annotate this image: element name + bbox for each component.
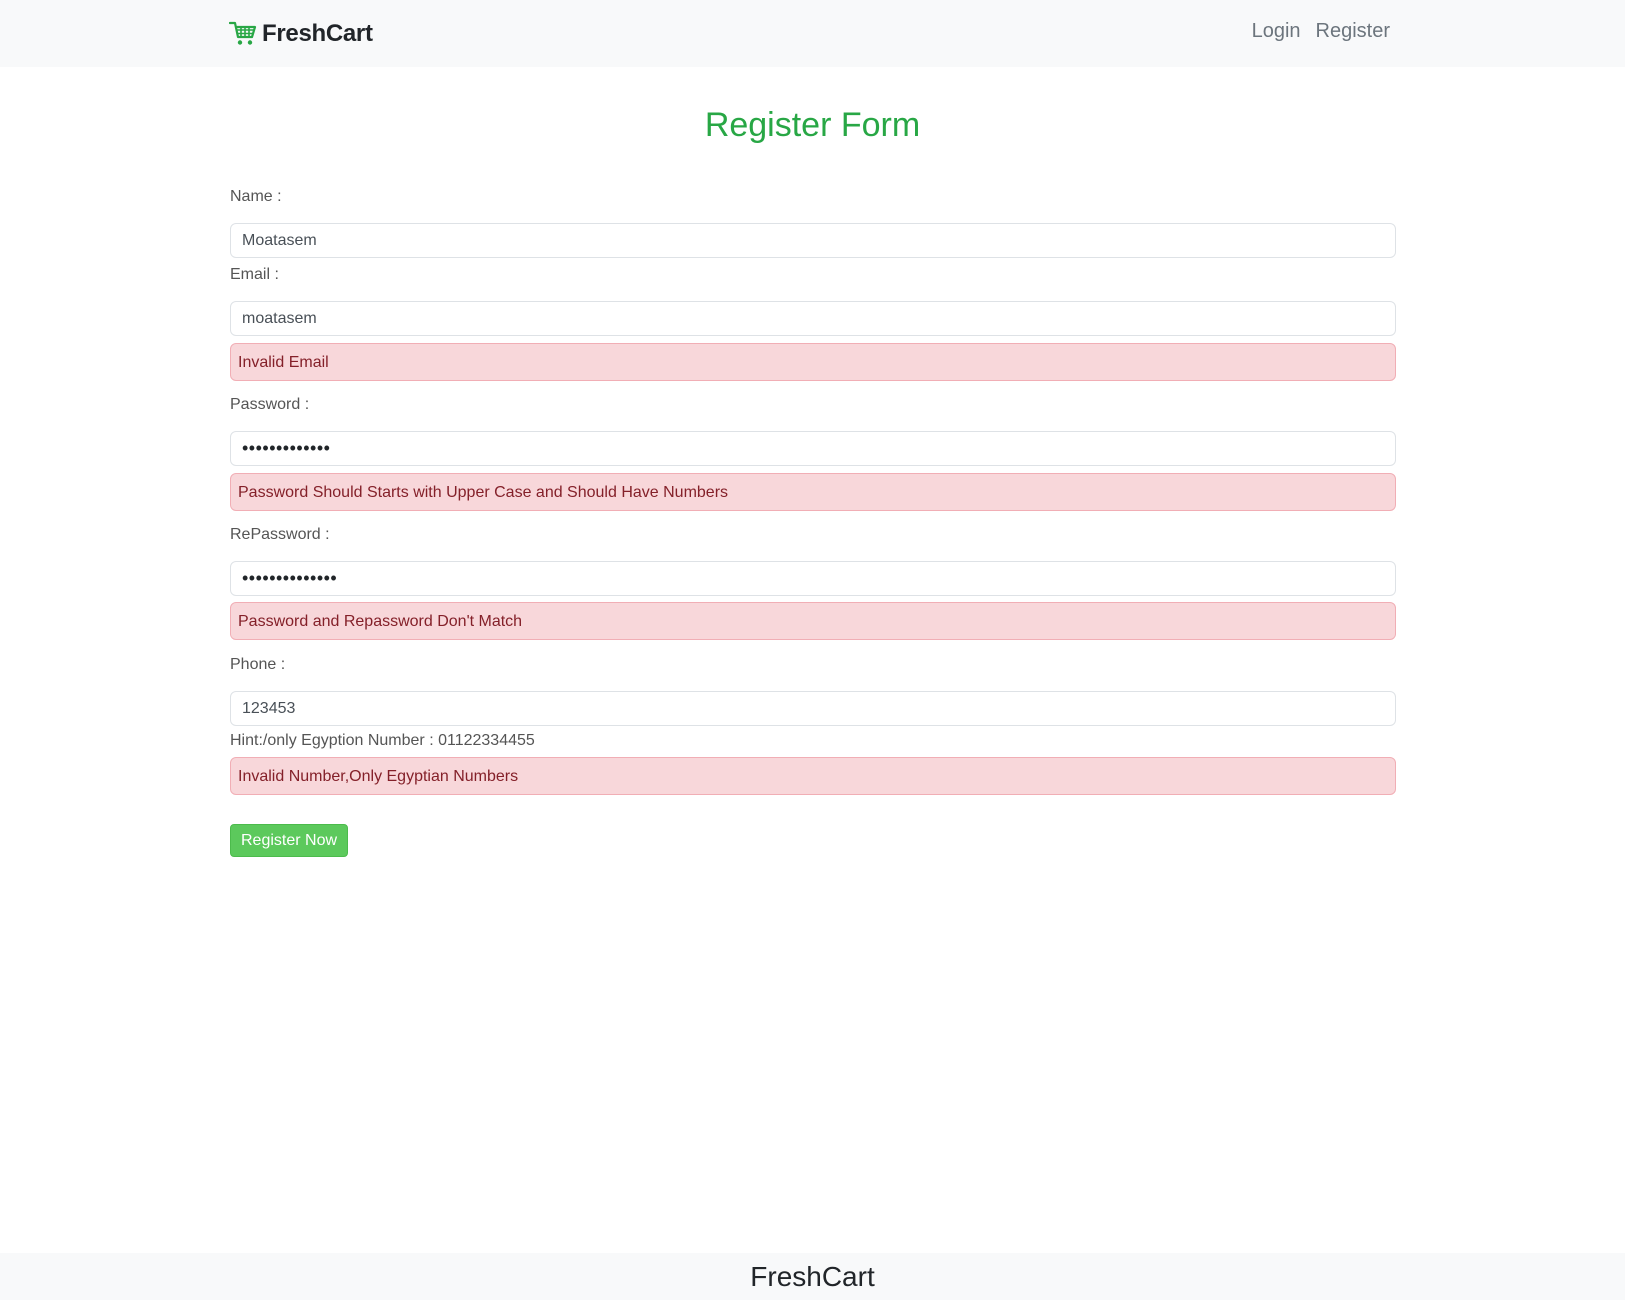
brand-name: FreshCart [262,20,373,47]
email-label: Email : [230,266,279,283]
name-input[interactable] [230,223,1396,258]
password-input[interactable] [230,431,1396,466]
page-title: Register Form [704,106,921,144]
phone-error-alert: Invalid Number,Only Egyptian Numbers [230,757,1396,795]
password-error-alert: Password Should Starts with Upper Case a… [230,473,1396,511]
footer-brand: FreshCart [750,1261,875,1292]
page: FreshCart Login Register Register Form N… [0,0,1625,1300]
email-error-alert: Invalid Email [230,343,1396,381]
cart-icon [229,21,257,45]
nav-login-link[interactable]: Login [1252,20,1301,43]
name-label: Name : [230,188,282,205]
brand-link[interactable]: FreshCart [229,20,373,48]
phone-label: Phone : [230,656,286,673]
footer: FreshCart [0,1253,1625,1300]
repassword-error-alert: Password and Repassword Don't Match [230,602,1396,640]
phone-input[interactable] [230,691,1396,726]
password-label: Password : [230,396,310,413]
repassword-label: RePassword : [230,526,330,543]
navbar: FreshCart Login Register [0,0,1625,67]
nav-links: Login Register [1252,20,1390,43]
register-now-button[interactable]: Register Now [230,824,348,857]
phone-hint: Hint:/only Egyption Number : 01122334455 [230,732,535,749]
nav-register-link[interactable]: Register [1316,20,1390,43]
repassword-input[interactable] [230,561,1396,596]
email-input[interactable] [230,301,1396,336]
